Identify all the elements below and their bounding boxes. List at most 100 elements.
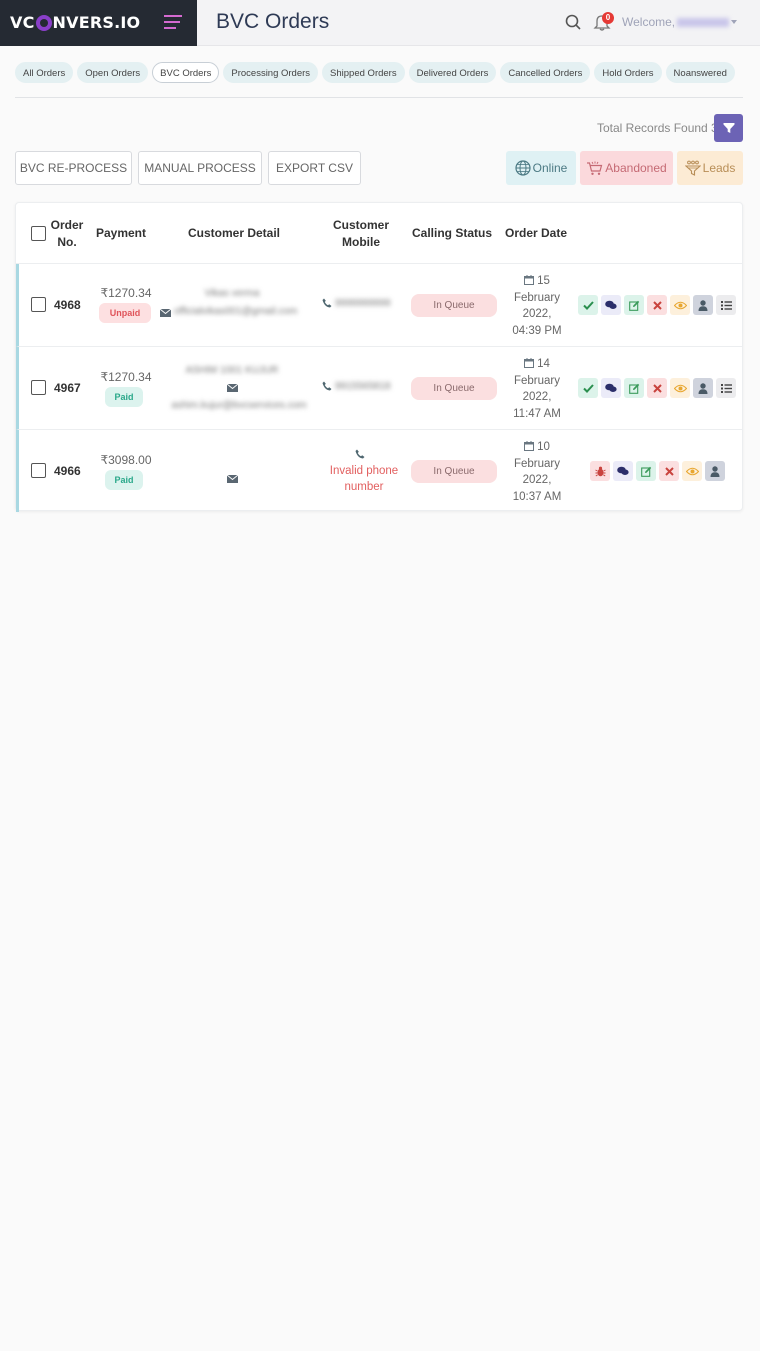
comments-button[interactable]	[601, 295, 621, 315]
order-number[interactable]: 4968	[54, 298, 81, 312]
envelope-icon	[160, 309, 171, 317]
close-icon	[652, 300, 662, 310]
customer-name: ASHIM 1001 KUJUR	[185, 365, 279, 376]
tab-processing-orders[interactable]: Processing Orders	[223, 62, 319, 83]
user-menu[interactable]: Welcome,	[622, 15, 730, 29]
cart-icon	[587, 161, 603, 175]
customer-mobile[interactable]: 9999999999	[335, 298, 391, 309]
row-actions	[590, 461, 725, 481]
welcome-label: Welcome,	[622, 15, 676, 29]
close-icon	[664, 466, 674, 476]
column-calling-status[interactable]: Calling Status	[412, 226, 492, 240]
leads-label: Leads	[702, 161, 736, 175]
cancel-order-button[interactable]	[647, 295, 667, 315]
column-customer-detail[interactable]: Customer Detail	[176, 226, 292, 240]
leads-filter-button[interactable]: Leads	[677, 151, 743, 185]
view-button[interactable]	[682, 461, 702, 481]
filter-button[interactable]	[714, 114, 743, 142]
logo[interactable]: VC NVERS.IO	[10, 13, 140, 32]
bvc-reprocess-button[interactable]: BVC RE-PROCESS	[15, 151, 132, 185]
calendar-icon	[524, 275, 535, 285]
column-order-no[interactable]: Order No.	[49, 217, 85, 251]
edit-button[interactable]	[636, 461, 656, 481]
search-icon[interactable]	[565, 14, 581, 30]
list-icon	[720, 383, 732, 393]
tab-all-orders[interactable]: All Orders	[15, 62, 74, 83]
table-row[interactable]: 4966 ₹3098.00 Paid Invalid phone number …	[16, 430, 742, 512]
order-number[interactable]: 4966	[54, 464, 81, 478]
approve-button[interactable]	[578, 378, 598, 398]
edit-button[interactable]	[624, 295, 644, 315]
calendar-icon	[524, 441, 535, 451]
comments-icon	[605, 300, 617, 309]
phone-icon	[355, 449, 365, 459]
user-icon	[710, 465, 720, 477]
manual-process-button[interactable]: MANUAL PROCESS	[138, 151, 262, 185]
cancel-order-button[interactable]	[647, 378, 667, 398]
eye-icon	[685, 467, 699, 475]
customer-button[interactable]	[705, 461, 725, 481]
calendar-icon	[524, 358, 535, 368]
comments-icon	[617, 466, 629, 475]
comments-button[interactable]	[601, 378, 621, 398]
user-icon	[698, 299, 708, 311]
order-date: 15 February 2022, 04:39 PM	[512, 275, 562, 337]
payment-status-badge: Paid	[105, 387, 143, 407]
menu-toggle-icon[interactable]	[164, 15, 182, 29]
tab-bvc-orders[interactable]: BVC Orders	[152, 62, 220, 83]
customer-button[interactable]	[693, 378, 713, 398]
caret-down-icon[interactable]	[731, 20, 737, 24]
approve-button[interactable]	[578, 295, 598, 315]
export-csv-button[interactable]: EXPORT CSV	[268, 151, 361, 185]
order-amount: ₹3098.00	[100, 453, 152, 467]
table-header: Order No. Payment Customer Detail Custome…	[16, 203, 742, 264]
check-icon	[582, 383, 594, 393]
payment-status-badge: Unpaid	[99, 303, 151, 323]
invalid-phone-message: Invalid phone number	[329, 465, 399, 493]
customer-mobile[interactable]: 9915565818	[335, 381, 391, 392]
row-checkbox[interactable]	[31, 380, 46, 395]
tab-noanswered[interactable]: Noanswered	[665, 62, 735, 83]
column-order-date[interactable]: Order Date	[502, 226, 570, 240]
payment-status-badge: Paid	[105, 470, 143, 490]
row-checkbox[interactable]	[31, 297, 46, 312]
bug-icon	[594, 466, 606, 476]
view-button[interactable]	[670, 378, 690, 398]
tab-shipped-orders[interactable]: Shipped Orders	[322, 62, 405, 83]
edit-button[interactable]	[624, 378, 644, 398]
column-payment[interactable]: Payment	[94, 226, 148, 240]
table-row[interactable]: 4967 ₹1270.34 Paid ASHIM 1001 KUJUR ashi…	[16, 347, 742, 430]
user-name	[677, 18, 730, 28]
eye-icon	[673, 301, 687, 309]
customer-email[interactable]: officialvikas001@gmail.com	[174, 306, 297, 317]
view-button[interactable]	[670, 295, 690, 315]
eye-icon	[673, 384, 687, 392]
tab-cancelled-orders[interactable]: Cancelled Orders	[500, 62, 591, 83]
online-filter-button[interactable]: Online	[506, 151, 576, 185]
cancel-order-button[interactable]	[659, 461, 679, 481]
order-number[interactable]: 4967	[54, 381, 81, 395]
tab-delivered-orders[interactable]: Delivered Orders	[408, 62, 497, 83]
details-list-button[interactable]	[716, 378, 736, 398]
top-header: VC NVERS.IO BVC Orders 0 Welcome,	[0, 0, 760, 46]
row-checkbox[interactable]	[31, 463, 46, 478]
comments-icon	[605, 383, 617, 392]
funnel-people-icon	[684, 160, 701, 176]
customer-email[interactable]: ashim.kujur@bvcservices.com	[169, 400, 309, 411]
abandoned-filter-button[interactable]: Abandoned	[580, 151, 673, 185]
tab-hold-orders[interactable]: Hold Orders	[594, 62, 662, 83]
total-records: Total Records Found 3	[597, 121, 718, 135]
column-customer-mobile[interactable]: Customer Mobile	[326, 217, 396, 251]
select-all-checkbox[interactable]	[31, 226, 46, 241]
customer-name: Vikas verma	[204, 288, 260, 299]
comments-button[interactable]	[613, 461, 633, 481]
customer-button[interactable]	[693, 295, 713, 315]
edit-icon	[628, 383, 639, 394]
calling-status-badge: In Queue	[411, 460, 497, 483]
tab-open-orders[interactable]: Open Orders	[77, 62, 149, 83]
edit-icon	[628, 300, 639, 311]
table-row[interactable]: 4968 ₹1270.34 Unpaid Vikas verma officia…	[16, 264, 742, 347]
details-list-button[interactable]	[716, 295, 736, 315]
user-icon	[698, 382, 708, 394]
report-issue-button[interactable]	[590, 461, 610, 481]
